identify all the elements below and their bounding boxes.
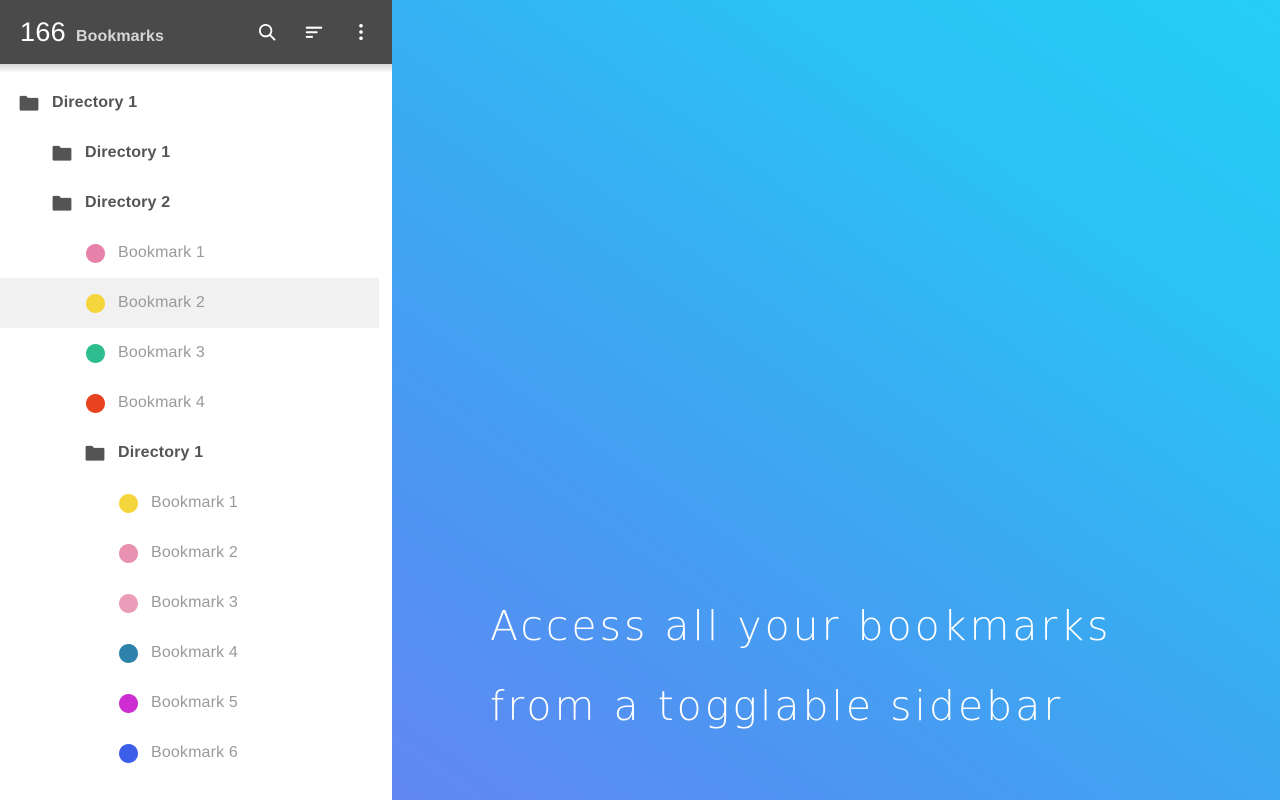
color-dot: [85, 243, 105, 263]
color-dot: [85, 343, 105, 363]
bookmark-tree: Directory 1 Directory 1 Directory 2 Bookmar…: [0, 64, 392, 778]
bookmark-label: Bookmark 1: [118, 244, 205, 261]
bookmark-color-dot: [84, 392, 106, 414]
tree-bookmark-row[interactable]: Bookmark 3: [0, 328, 392, 378]
folder-icon: [51, 142, 73, 164]
tree-bookmark-row[interactable]: Bookmark 1: [0, 478, 392, 528]
more-options-button[interactable]: [347, 17, 375, 47]
bookmark-label: Bookmark 4: [151, 644, 238, 661]
color-dot: [118, 543, 138, 563]
more-vert-icon: [350, 21, 372, 43]
bookmark-count: 166: [20, 16, 66, 47]
color-dot: [118, 643, 138, 663]
sort-icon: [303, 21, 325, 43]
bookmark-color-dot: [84, 342, 106, 364]
bookmark-color-dot: [117, 542, 139, 564]
page-title: Bookmarks: [75, 27, 165, 45]
bookmark-label: Bookmark 6: [151, 744, 238, 761]
tree-folder-row[interactable]: Directory 1: [0, 78, 392, 128]
folder-label: Directory 1: [52, 94, 138, 111]
color-dot: [118, 693, 138, 713]
tree-folder-row[interactable]: Directory 1: [0, 428, 392, 478]
bookmark-color-dot: [117, 642, 139, 664]
promo-text: Access all your bookmarks from a togglab…: [490, 586, 1250, 746]
bookmark-label: Bookmark 2: [118, 294, 205, 311]
color-dot: [85, 393, 105, 413]
folder-label: Directory 2: [85, 194, 171, 211]
promo-line-2: from a togglable sidebar: [490, 682, 1064, 730]
header-title: 166 Bookmarks: [20, 17, 253, 48]
color-dot: [118, 743, 138, 763]
tree-folder-row[interactable]: Directory 1: [0, 128, 392, 178]
tree-bookmark-row[interactable]: Bookmark 2: [0, 528, 392, 578]
folder-icon: [51, 192, 73, 214]
tree-folder-row[interactable]: Directory 2: [0, 178, 392, 228]
sidebar-header: 166 Bookmarks: [0, 0, 392, 64]
bookmark-label: Bookmark 5: [151, 694, 238, 711]
bookmark-color-dot: [117, 592, 139, 614]
tree-bookmark-row[interactable]: Bookmark 4: [0, 378, 392, 428]
bookmark-color-dot: [117, 692, 139, 714]
folder-icon: [84, 442, 106, 464]
bookmarks-sidebar: 166 Bookmarks Directory 1 Directory 1 Di…: [0, 0, 392, 800]
search-icon: [256, 21, 278, 43]
header-actions: [253, 17, 375, 47]
folder-label: Directory 1: [118, 444, 204, 461]
folder-label: Directory 1: [85, 144, 171, 161]
tree-bookmark-row[interactable]: Bookmark 2: [0, 278, 379, 328]
tree-bookmark-row[interactable]: Bookmark 3: [0, 578, 392, 628]
tree-bookmark-row[interactable]: Bookmark 1: [0, 228, 392, 278]
bookmark-color-dot: [117, 492, 139, 514]
bookmark-label: Bookmark 2: [151, 544, 238, 561]
bookmark-label: Bookmark 3: [118, 344, 205, 361]
app-root: Access all your bookmarks from a togglab…: [0, 0, 1280, 800]
color-dot: [118, 493, 138, 513]
bookmark-color-dot: [84, 242, 106, 264]
color-dot: [85, 293, 105, 313]
folder-icon: [18, 92, 40, 114]
bookmark-color-dot: [117, 742, 139, 764]
bookmark-color-dot: [84, 292, 106, 314]
tree-bookmark-row[interactable]: Bookmark 5: [0, 678, 392, 728]
tree-bookmark-row[interactable]: Bookmark 4: [0, 628, 392, 678]
search-button[interactable]: [253, 17, 281, 47]
tree-bookmark-row[interactable]: Bookmark 6: [0, 728, 392, 778]
promo-line-1: Access all your bookmarks: [490, 602, 1112, 650]
bookmark-label: Bookmark 3: [151, 594, 238, 611]
bookmark-label: Bookmark 4: [118, 394, 205, 411]
color-dot: [118, 593, 138, 613]
bookmark-label: Bookmark 1: [151, 494, 238, 511]
sort-button[interactable]: [300, 17, 328, 47]
promo-panel: Access all your bookmarks from a togglab…: [392, 0, 1280, 800]
